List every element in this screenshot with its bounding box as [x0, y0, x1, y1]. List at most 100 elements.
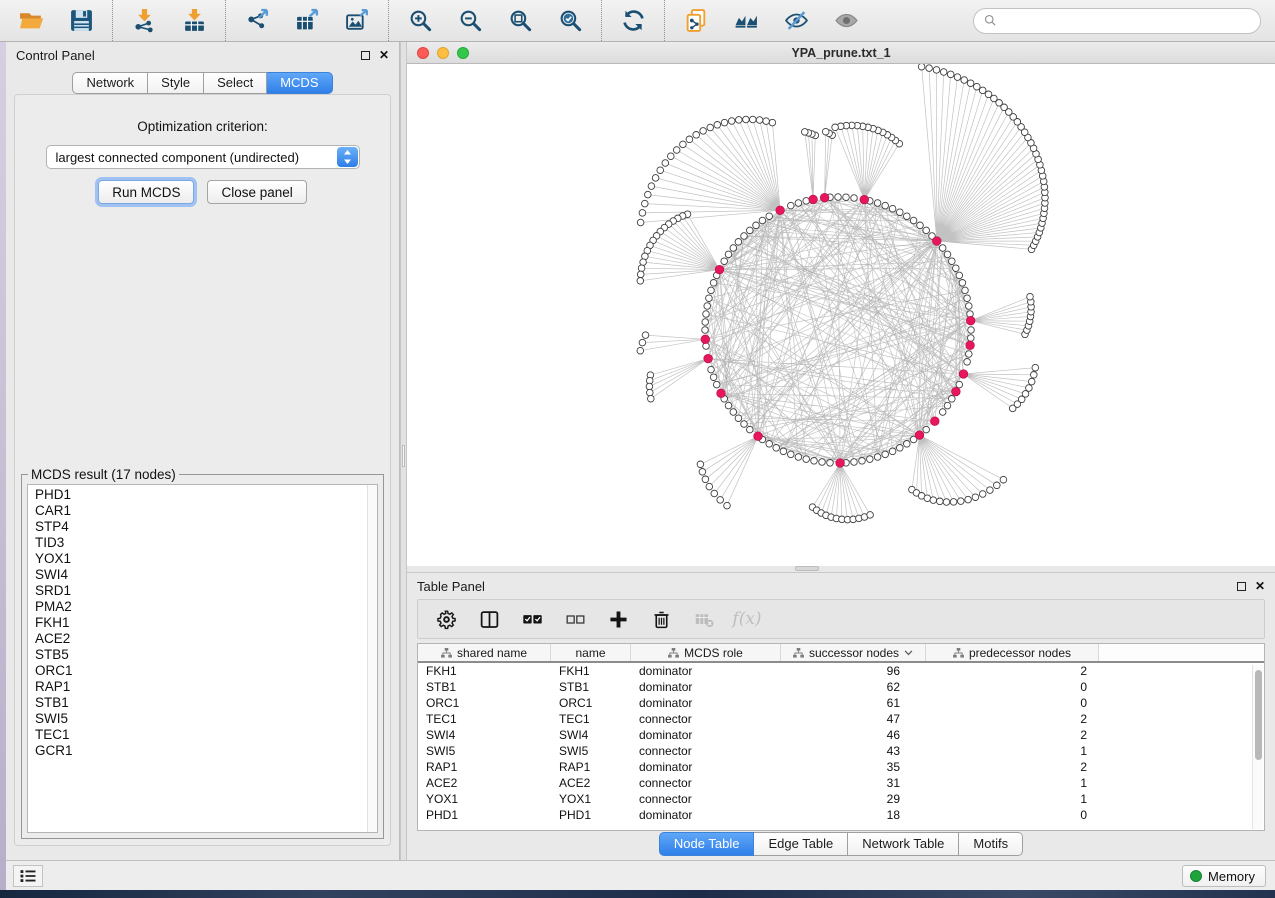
mcds-result-item[interactable]: ACE2 — [35, 631, 377, 647]
column-header-label: MCDS role — [684, 646, 743, 660]
zoom-selected-icon[interactable] — [555, 6, 585, 36]
mcds-result-item[interactable]: ORC1 — [35, 663, 377, 679]
memory-button[interactable]: Memory — [1182, 865, 1266, 887]
table-row[interactable]: SWI4SWI4dominator462 — [418, 727, 1264, 743]
zoom-in-icon[interactable] — [405, 6, 435, 36]
memory-label: Memory — [1208, 869, 1255, 884]
mcds-result-item[interactable]: SWI4 — [35, 567, 377, 583]
column-header-label: successor nodes — [809, 646, 899, 660]
show-all-icon[interactable] — [831, 6, 861, 36]
cell: dominator — [631, 807, 781, 823]
export-table-icon[interactable] — [292, 6, 322, 36]
hide-selected-icon[interactable] — [781, 6, 811, 36]
deselect-all-icon[interactable] — [562, 606, 588, 632]
optimization-criterion-dropdown[interactable]: largest connected component (undirected) — [46, 145, 360, 169]
tab-style[interactable]: Style — [148, 72, 204, 94]
add-row-icon[interactable] — [605, 606, 631, 632]
refresh-layout-icon[interactable] — [618, 6, 648, 36]
table-row[interactable]: FKH1FKH1dominator962 — [418, 663, 1264, 679]
table-row[interactable]: YOX1YOX1connector291 — [418, 791, 1264, 807]
tab-network[interactable]: Network — [72, 72, 148, 94]
search-input[interactable] — [1003, 13, 1251, 28]
cell: STB1 — [551, 679, 631, 695]
sort-desc-icon — [904, 650, 913, 656]
save-session-icon[interactable] — [66, 6, 96, 36]
open-session-icon[interactable] — [16, 6, 46, 36]
search-box[interactable] — [973, 8, 1261, 34]
mcds-result-item[interactable]: SWI5 — [35, 711, 377, 727]
desktop-bottom-edge — [0, 890, 1275, 898]
mcds-result-item[interactable]: GCR1 — [35, 743, 377, 759]
cell: SWI4 — [418, 727, 551, 743]
network-graph[interactable] — [407, 64, 1275, 565]
mcds-result-scrollbar[interactable] — [367, 485, 377, 832]
table-row[interactable]: ACE2ACE2connector311 — [418, 775, 1264, 791]
close-panel-button[interactable]: Close panel — [207, 180, 306, 204]
tab-edge-table[interactable]: Edge Table — [754, 832, 848, 856]
float-table-panel-icon[interactable] — [1237, 582, 1246, 591]
cell: RAP1 — [551, 759, 631, 775]
mcds-result-item[interactable]: FKH1 — [35, 615, 377, 631]
mcds-result-item[interactable]: PMA2 — [35, 599, 377, 615]
zoom-out-icon[interactable] — [455, 6, 485, 36]
mcds-result-item[interactable]: STP4 — [35, 519, 377, 535]
run-mcds-button[interactable]: Run MCDS — [98, 180, 194, 204]
mcds-result-list: PHD1CAR1STP4TID3YOX1SWI4SRD1PMA2FKH1ACE2… — [28, 485, 377, 759]
export-image-icon[interactable] — [342, 6, 372, 36]
mcds-result-item[interactable]: RAP1 — [35, 679, 377, 695]
table-row[interactable]: RAP1RAP1dominator352 — [418, 759, 1264, 775]
clone-network-icon[interactable] — [681, 6, 711, 36]
import-network-icon[interactable] — [129, 6, 159, 36]
cell: ORC1 — [418, 695, 551, 711]
cell: dominator — [631, 695, 781, 711]
cell: dominator — [631, 663, 781, 679]
first-neighbors-icon[interactable] — [731, 6, 761, 36]
column-header-MCDS-role[interactable]: MCDS role — [631, 644, 781, 661]
mcds-result-item[interactable]: SRD1 — [35, 583, 377, 599]
table-row[interactable]: STB1STB1dominator620 — [418, 679, 1264, 695]
task-history-button[interactable] — [13, 865, 43, 887]
maximize-window-icon[interactable] — [457, 47, 469, 59]
tab-node-table[interactable]: Node Table — [659, 832, 755, 856]
cell: 2 — [926, 759, 1099, 775]
settings-gear-icon[interactable] — [433, 606, 459, 632]
column-header-name[interactable]: name — [551, 644, 631, 661]
table-row[interactable]: TEC1TEC1connector472 — [418, 711, 1264, 727]
cell: 31 — [781, 775, 926, 791]
delete-row-icon[interactable] — [648, 606, 674, 632]
network-canvas[interactable] — [407, 64, 1275, 565]
mcds-result-item[interactable]: TEC1 — [35, 727, 377, 743]
export-network-icon[interactable] — [242, 6, 272, 36]
column-header-successor-nodes[interactable]: successor nodes — [781, 644, 926, 661]
float-panel-icon[interactable] — [361, 51, 370, 60]
import-table-icon[interactable] — [179, 6, 209, 36]
close-window-icon[interactable] — [417, 47, 429, 59]
select-all-icon[interactable] — [519, 606, 545, 632]
close-table-panel-icon[interactable]: ✕ — [1255, 580, 1265, 592]
tab-motifs[interactable]: Motifs — [959, 832, 1023, 856]
mcds-result-item[interactable]: CAR1 — [35, 503, 377, 519]
minimize-window-icon[interactable] — [437, 47, 449, 59]
mcds-result-item[interactable]: YOX1 — [35, 551, 377, 567]
table-row[interactable]: PHD1PHD1dominator180 — [418, 807, 1264, 823]
tab-network-table[interactable]: Network Table — [848, 832, 959, 856]
panel-splitter[interactable] — [400, 42, 407, 860]
mcds-result-item[interactable]: TID3 — [35, 535, 377, 551]
mcds-result-item[interactable]: STB5 — [35, 647, 377, 663]
column-view-icon[interactable] — [476, 606, 502, 632]
table-scrollbar[interactable] — [1252, 665, 1263, 829]
tab-select[interactable]: Select — [204, 72, 267, 94]
zoom-fit-icon[interactable] — [505, 6, 535, 36]
tab-mcds[interactable]: MCDS — [267, 72, 332, 94]
table-panel-splitter-grip[interactable] — [795, 566, 819, 571]
table-row[interactable]: ORC1ORC1dominator610 — [418, 695, 1264, 711]
table-scrollbar-thumb[interactable] — [1255, 670, 1262, 760]
column-header-predecessor-nodes[interactable]: predecessor nodes — [926, 644, 1099, 661]
table-row[interactable]: SWI5SWI5connector431 — [418, 743, 1264, 759]
splitter-grip[interactable] — [402, 445, 405, 467]
mcds-result-item[interactable]: STB1 — [35, 695, 377, 711]
network-window-titlebar[interactable]: YPA_prune.txt_1 — [407, 42, 1275, 64]
close-panel-icon[interactable]: ✕ — [379, 49, 389, 61]
column-header-shared-name[interactable]: shared name — [418, 644, 551, 661]
mcds-result-item[interactable]: PHD1 — [35, 487, 377, 503]
